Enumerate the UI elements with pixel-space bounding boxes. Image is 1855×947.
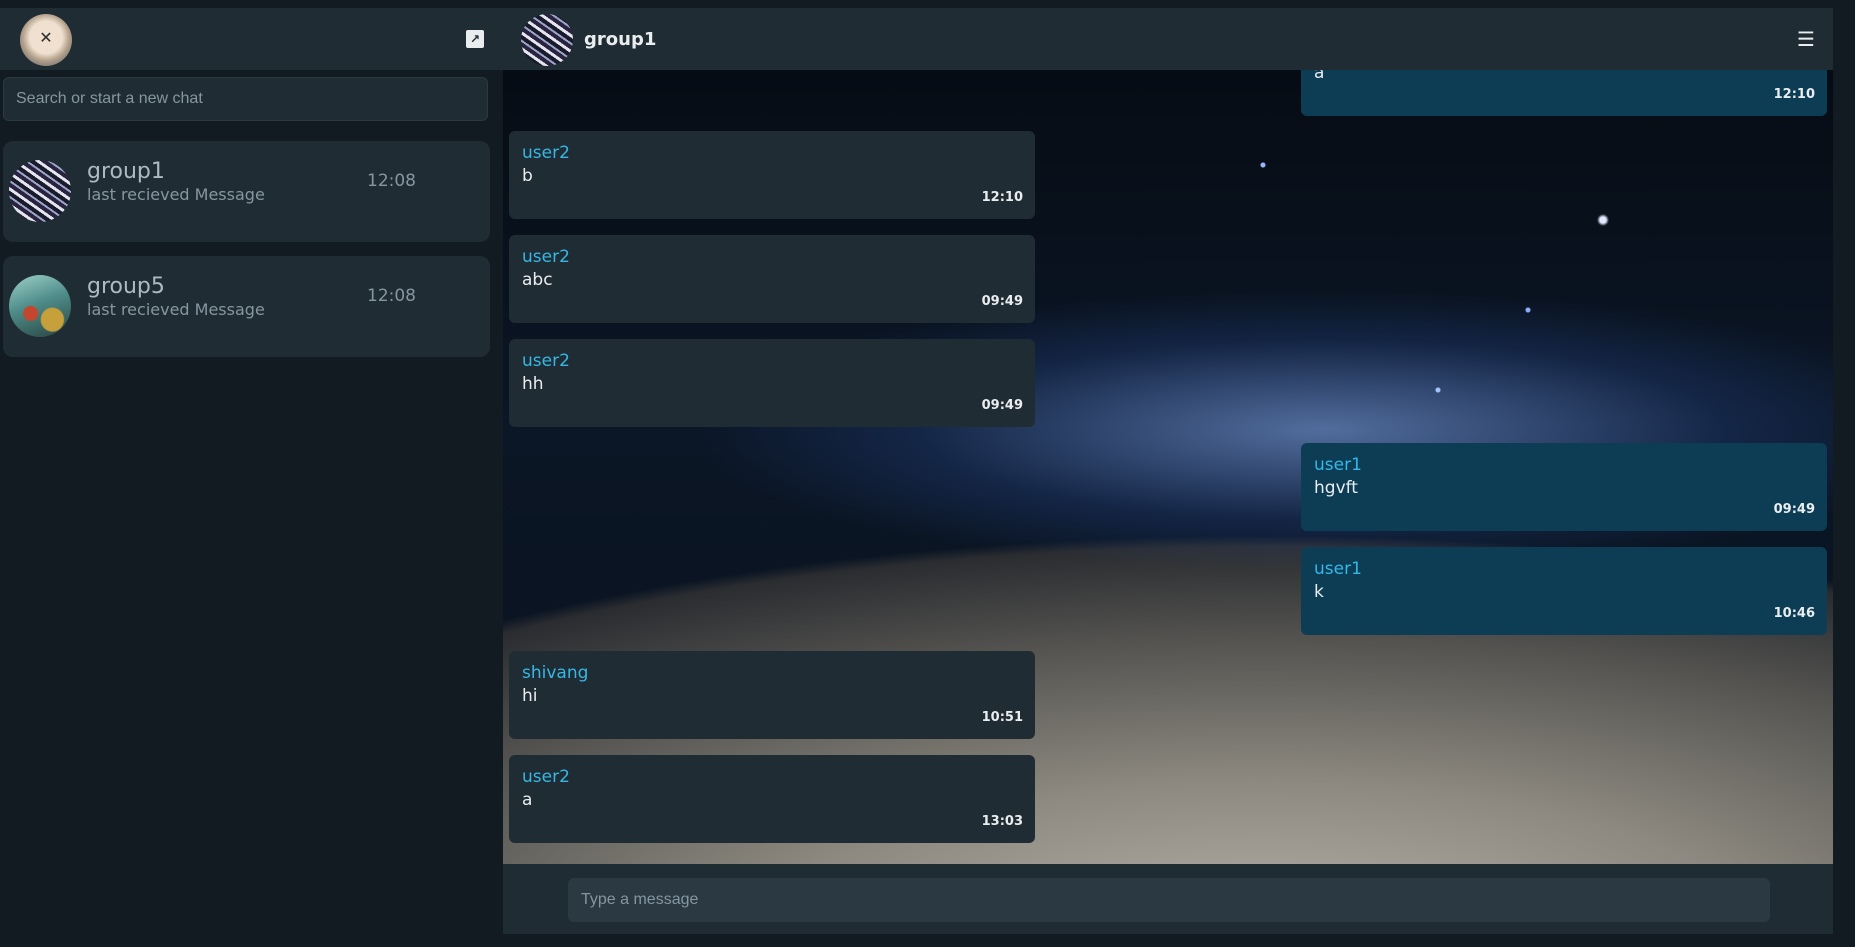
message-sender: user2	[522, 143, 570, 163]
chat-time: 12:08	[367, 286, 416, 306]
message-input[interactable]	[568, 878, 1770, 922]
message-sender: user2	[522, 351, 570, 371]
sidebar-header: ✕ ↗	[0, 8, 503, 70]
chat-last-message: last recieved Message	[87, 300, 265, 319]
message-sender: user1	[1314, 559, 1362, 579]
chat-header-avatar[interactable]	[521, 14, 573, 66]
message-time: 13:03	[981, 814, 1023, 829]
message-time: 10:51	[981, 710, 1023, 725]
new-chat-button[interactable]: ↗	[466, 30, 484, 48]
message-time: 12:10	[981, 190, 1023, 205]
message-sender: shivang	[522, 663, 589, 683]
message-time: 09:49	[1773, 502, 1815, 517]
message-bubble-outgoing: user1 k 10:46	[1301, 547, 1827, 635]
message-time: 10:46	[1773, 606, 1815, 621]
chat-title: group1	[584, 29, 657, 50]
message-sender: user2	[522, 767, 570, 787]
chat-list-item-group5[interactable]: group5 last recieved Message 12:08	[3, 256, 490, 357]
chat-avatar	[9, 275, 71, 337]
chat-last-message: last recieved Message	[87, 185, 265, 204]
message-bubble-outgoing: user1 hgvft 09:49	[1301, 443, 1827, 531]
profile-avatar[interactable]: ✕	[20, 14, 72, 66]
message-bubble-incoming: shivang hi 10:51	[509, 651, 1035, 739]
message-bubble-incoming: user2 b 12:10	[509, 131, 1035, 219]
chat-panel: group1 ☰ a 12:10 user2 b 12:10 user2 abc…	[503, 0, 1855, 947]
search-input[interactable]	[3, 77, 488, 121]
chat-list-item-group1[interactable]: group1 last recieved Message 12:08	[3, 141, 490, 242]
message-text: a	[1314, 70, 1325, 83]
message-text: hi	[522, 686, 538, 706]
profile-avatar-face-icon: ✕	[39, 28, 53, 47]
message-text: hh	[522, 374, 544, 394]
message-sender: user1	[1314, 455, 1362, 475]
conversation-area[interactable]: a 12:10 user2 b 12:10 user2 abc 09:49 us…	[503, 70, 1833, 864]
hamburger-menu-icon[interactable]: ☰	[1797, 29, 1815, 49]
message-bubble-incoming: user2 hh 09:49	[509, 339, 1035, 427]
message-time: 09:49	[981, 398, 1023, 413]
message-bubble-incoming: user2 abc 09:49	[509, 235, 1035, 323]
message-text: a	[522, 790, 533, 810]
message-sender: user2	[522, 247, 570, 267]
message-time: 09:49	[981, 294, 1023, 309]
message-text: hgvft	[1314, 478, 1358, 498]
message-text: b	[522, 166, 533, 186]
chat-time: 12:08	[367, 171, 416, 191]
chat-header: group1 ☰	[503, 8, 1833, 70]
message-text: k	[1314, 582, 1324, 602]
message-time: 12:10	[1773, 87, 1815, 102]
chat-avatar	[9, 160, 71, 222]
message-bubble-incoming: user2 a 13:03	[509, 755, 1035, 843]
chat-name: group5	[87, 274, 165, 299]
message-text: abc	[522, 270, 553, 290]
sidebar: ✕ ↗ group1 last recieved Message 12:08 g…	[0, 0, 503, 947]
message-bubble-outgoing: a 12:10	[1301, 70, 1827, 116]
composer-bar	[503, 864, 1833, 934]
chat-name: group1	[87, 159, 165, 184]
